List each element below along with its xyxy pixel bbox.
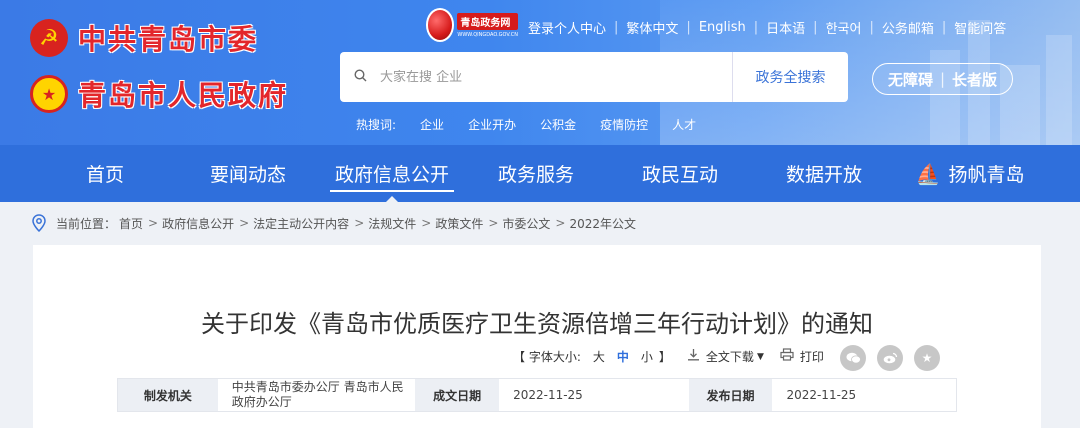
- issuer-value: 中共青岛市委办公厅 青岛市人民政府办公厅: [231, 380, 404, 409]
- top-link-smart-qa[interactable]: 智能问答: [954, 18, 1006, 37]
- national-emblem-icon: ★: [30, 75, 68, 113]
- hot-search-term[interactable]: 疫情防控: [600, 116, 648, 133]
- top-link-english[interactable]: English: [699, 20, 746, 35]
- download-icon: [687, 348, 700, 365]
- search-icon: [340, 68, 380, 86]
- party-committee-title: 中共青岛市委: [78, 23, 259, 56]
- breadcrumb-separator: >: [555, 216, 566, 230]
- article-title: 关于印发《青岛市优质医疗卫生资源倍增三年行动计划》的通知: [201, 310, 873, 338]
- party-emblem-icon: ☭: [30, 19, 68, 57]
- breadcrumb-item[interactable]: 法规文件: [368, 215, 416, 232]
- nav-item-sail-qingdao-label: 扬帆青岛: [948, 164, 1025, 186]
- breadcrumb-item[interactable]: 政策文件: [435, 215, 483, 232]
- favorite-icon[interactable]: ★: [914, 345, 940, 371]
- breadcrumb-item[interactable]: 政府信息公开: [162, 215, 234, 232]
- breadcrumb-item[interactable]: 2022年公文: [569, 215, 636, 232]
- search-input[interactable]: [380, 69, 732, 85]
- top-links: 登录个人中心 | 繁体中文 | English | 日本语 | 한국어 | 公务…: [528, 18, 1006, 37]
- weibo-icon[interactable]: [877, 345, 903, 371]
- breadcrumb-item[interactable]: 法定主动公开内容: [253, 215, 349, 232]
- nav-item-interaction[interactable]: 政民互动: [638, 145, 722, 202]
- accessibility-toggle: 无障碍 | 长者版: [872, 63, 1013, 95]
- doc-date-label: 成文日期: [415, 379, 500, 411]
- divider: |: [686, 20, 691, 35]
- breadcrumb-separator: >: [421, 216, 432, 230]
- breadcrumb-item[interactable]: 市委公文: [502, 215, 550, 232]
- breadcrumb-label: 当前位置：: [56, 216, 117, 231]
- top-link-mailbox[interactable]: 公务邮箱: [882, 18, 934, 37]
- nav-item-home[interactable]: 首页: [80, 145, 130, 202]
- breadcrumb: 当前位置： 首页 > 政府信息公开 > 法定主动公开内容 > 法规文件 > 政策…: [32, 212, 639, 234]
- article-card: 关于印发《青岛市优质医疗卫生资源倍增三年行动计划》的通知 【 字体大小: 大 中…: [33, 245, 1041, 428]
- portal-logo[interactable]: 青岛政务网 WWW.QINGDAO.GOV.CN: [426, 4, 518, 46]
- nav-item-sail-qingdao[interactable]: ⛵ 扬帆青岛: [912, 145, 1028, 202]
- divider: |: [614, 20, 619, 35]
- barrier-free-link[interactable]: 无障碍: [888, 69, 933, 90]
- top-link-traditional-chinese[interactable]: 繁体中文: [626, 18, 678, 37]
- download-button[interactable]: 全文下载 ▼: [687, 348, 764, 365]
- elder-version-link[interactable]: 长者版: [952, 69, 997, 90]
- issuer-label: 制发机关: [118, 379, 218, 411]
- font-size-label: 【 字体大小:: [513, 350, 581, 364]
- nav-item-open-data[interactable]: 数据开放: [782, 145, 866, 202]
- nav-item-services[interactable]: 政务服务: [494, 145, 578, 202]
- divider: |: [939, 70, 946, 88]
- breadcrumb-separator: >: [354, 216, 365, 230]
- font-size-small[interactable]: 小: [641, 348, 653, 365]
- font-size-large[interactable]: 大: [593, 348, 605, 365]
- font-size-medium[interactable]: 中: [617, 348, 629, 365]
- hot-search-term[interactable]: 企业开办: [468, 116, 516, 133]
- article-tools: 【 字体大小: 大 中 小 】 全文下载 ▼ 打印: [513, 348, 824, 365]
- hot-search-term[interactable]: 企业: [420, 116, 444, 133]
- main-nav: 首页 要闻动态 政府信息公开 政务服务 政民互动 数据开放 ⛵ 扬帆青岛: [0, 145, 1080, 202]
- sailboat-icon: ⛵: [915, 161, 941, 186]
- top-link-korean[interactable]: 한국어: [826, 18, 862, 37]
- site-header: ☭ 中共青岛市委 ★ 青岛市人民政府 青岛政务网 WWW.QINGDAO.GOV…: [0, 0, 1080, 145]
- print-button[interactable]: 打印: [780, 348, 824, 365]
- nav-item-gov-info[interactable]: 政府信息公开: [330, 145, 454, 202]
- search-button[interactable]: 政务全搜索: [732, 52, 848, 102]
- breadcrumb-item[interactable]: 首页: [119, 215, 143, 232]
- wechat-icon[interactable]: [840, 345, 866, 371]
- pub-date-label: 发布日期: [688, 379, 773, 411]
- government-brand[interactable]: ★ 青岛市人民政府: [30, 74, 288, 114]
- skyline-building: [1046, 35, 1072, 145]
- hot-search-term[interactable]: 公积金: [540, 116, 576, 133]
- breadcrumb-separator: >: [488, 216, 499, 230]
- location-pin-icon: [32, 214, 46, 232]
- nav-item-news[interactable]: 要闻动态: [206, 145, 290, 202]
- divider: |: [941, 20, 947, 35]
- government-title: 青岛市人民政府: [78, 79, 289, 112]
- globe-icon: [426, 8, 455, 42]
- portal-logo-name: 青岛政务网: [457, 12, 518, 30]
- top-link-japanese[interactable]: 日本语: [766, 18, 805, 37]
- divider: |: [813, 20, 818, 35]
- search-bar: 政务全搜索: [340, 52, 848, 102]
- printer-icon: [780, 348, 794, 365]
- caret-down-icon: ▼: [756, 351, 764, 362]
- pub-date-value: 2022-11-25: [786, 387, 857, 402]
- font-size-close: 】: [658, 350, 671, 364]
- portal-logo-url: WWW.QINGDAO.GOV.CN: [457, 31, 518, 38]
- divider: |: [753, 20, 759, 35]
- print-label: 打印: [799, 350, 824, 364]
- document-meta-table: 制发机关 中共青岛市委办公厅 青岛市人民政府办公厅 成文日期 2022-11-2…: [117, 378, 957, 412]
- download-label: 全文下载: [705, 350, 754, 364]
- breadcrumb-separator: >: [148, 216, 159, 230]
- hot-search-term[interactable]: 人才: [672, 116, 696, 133]
- breadcrumb-separator: >: [239, 216, 250, 230]
- party-committee-brand[interactable]: ☭ 中共青岛市委: [30, 18, 258, 58]
- top-link-login[interactable]: 登录个人中心: [528, 18, 606, 37]
- doc-date-value: 2022-11-25: [513, 387, 583, 402]
- hot-search-label: 热搜词:: [356, 118, 397, 132]
- hot-search: 热搜词: 企业 企业开办 公积金 疫情防控 人才: [356, 116, 720, 133]
- divider: |: [869, 20, 874, 35]
